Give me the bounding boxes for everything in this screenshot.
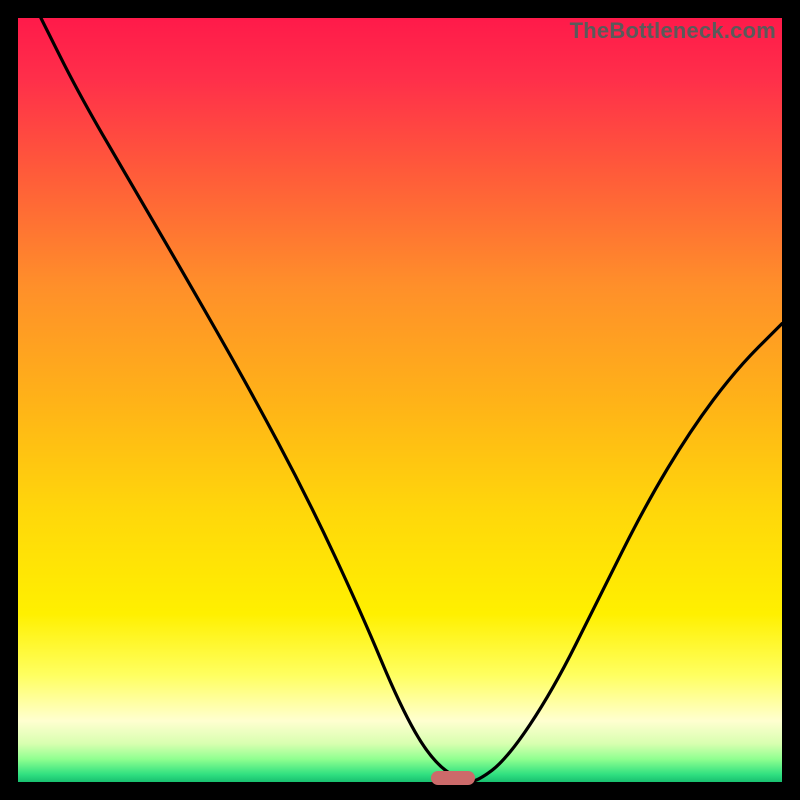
- bottleneck-curve: [18, 18, 782, 782]
- optimal-point-marker: [431, 771, 475, 785]
- chart-plot-area: TheBottleneck.com: [18, 18, 782, 782]
